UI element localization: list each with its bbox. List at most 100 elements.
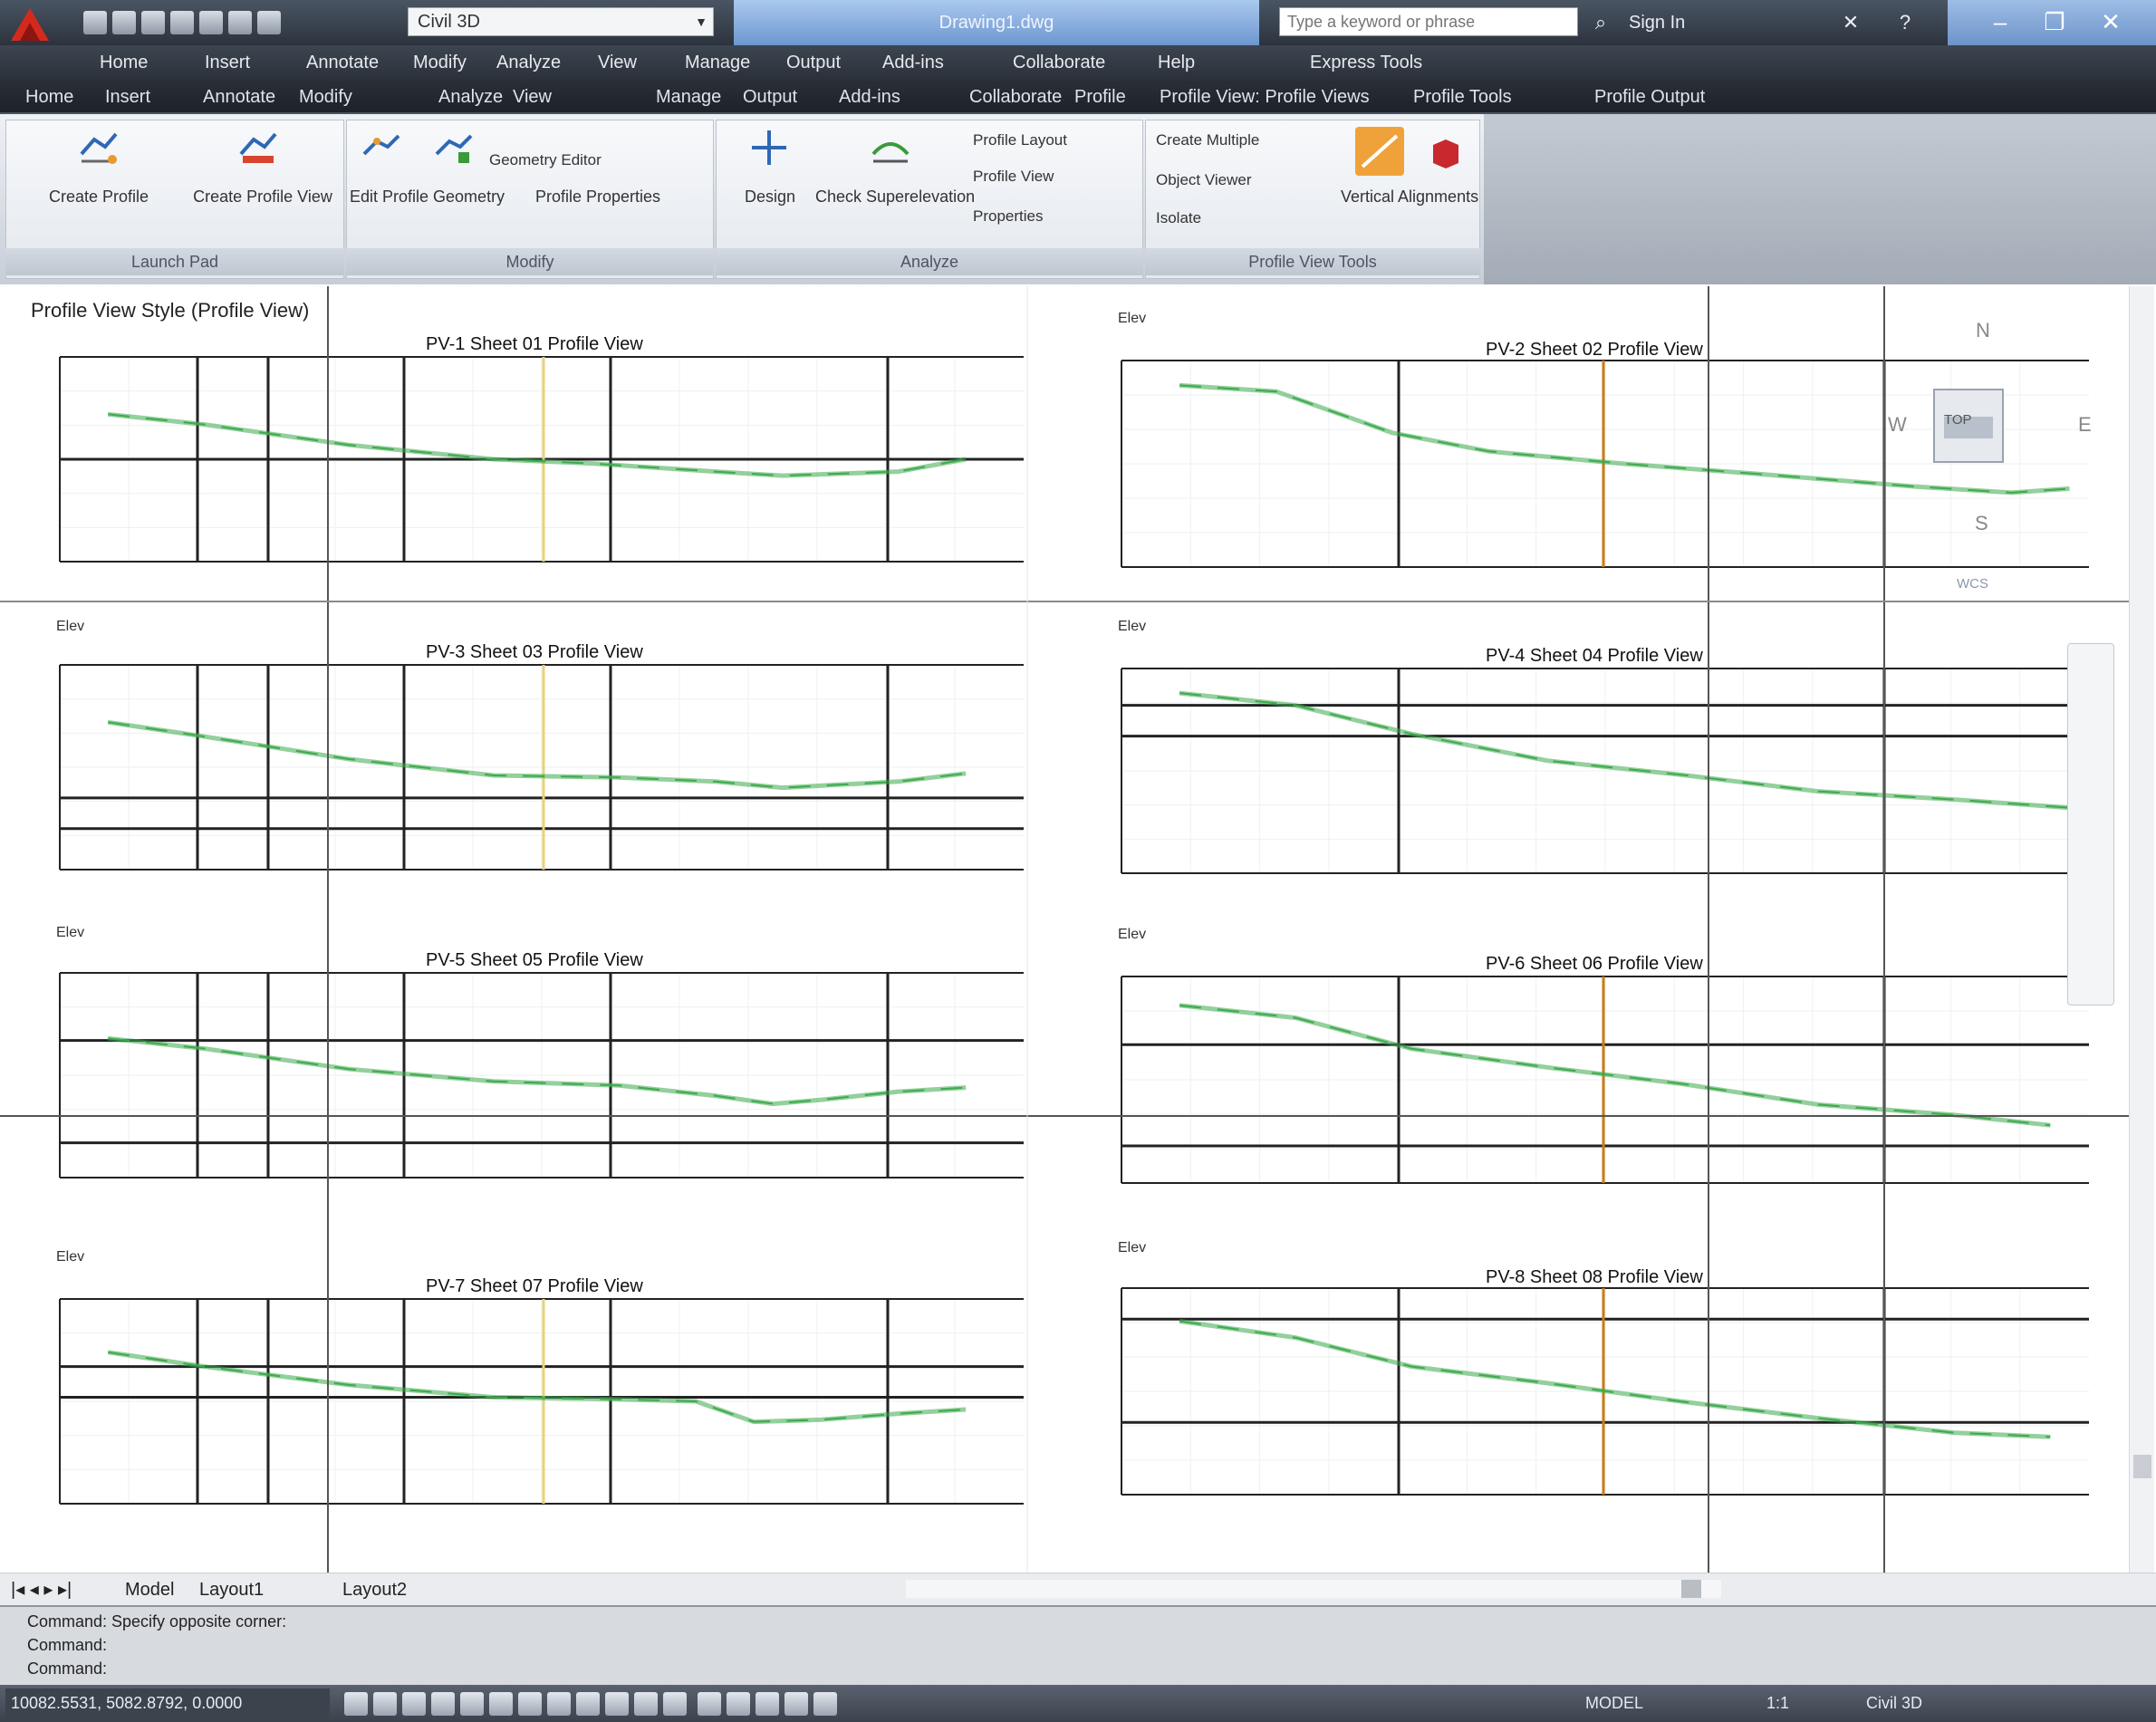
superelevation-icon[interactable] [870, 127, 911, 168]
sign-in-button[interactable]: Sign In [1629, 11, 1783, 34]
vertical-alignments-button[interactable]: Vertical Alignments [1341, 185, 1478, 208]
close-icon[interactable]: ✕ [2084, 4, 2138, 40]
new-icon[interactable] [83, 11, 107, 34]
tab-analyze[interactable]: Analyze [438, 80, 503, 114]
edit-profile-geometry-button[interactable]: Edit Profile Geometry [350, 185, 505, 208]
scrollbar-thumb[interactable] [2133, 1455, 2151, 1478]
otrack-icon[interactable] [489, 1692, 513, 1716]
object-viewer-button[interactable]: Object Viewer [1156, 168, 1337, 192]
tab-layout2[interactable]: Layout2 [342, 1573, 407, 1606]
tab-modify[interactable]: Modify [299, 80, 352, 114]
tab-profile[interactable]: Profile [1074, 80, 1126, 114]
ortho-icon[interactable] [402, 1692, 426, 1716]
save-as-icon[interactable] [170, 11, 194, 34]
tab-add-ins[interactable]: Add-ins [839, 80, 900, 114]
vertical-scrollbar[interactable] [2129, 286, 2154, 1573]
model-space-toggle[interactable]: MODEL [1585, 1685, 1643, 1722]
workspace-switch[interactable]: Civil 3D [1866, 1685, 1922, 1722]
grid-icon[interactable] [373, 1692, 397, 1716]
viewcube-west[interactable]: W [1888, 413, 1907, 437]
redo-icon[interactable] [257, 11, 281, 34]
tab-home[interactable]: Home [25, 80, 73, 114]
menu-item[interactable]: Analyze [496, 45, 561, 80]
viewcube-north[interactable]: N [1976, 319, 1990, 342]
create-profile-icon[interactable] [78, 127, 120, 168]
undo-icon[interactable] [228, 11, 252, 34]
isolate-button[interactable]: Isolate [1156, 207, 1337, 230]
horizontal-scrollbar[interactable] [906, 1580, 1721, 1598]
tab-profile-views[interactable]: Profile View: Profile Views [1160, 80, 1370, 114]
zoom-icon[interactable] [813, 1692, 837, 1716]
edit-profile-geometry-icon[interactable] [433, 127, 475, 168]
binoculars-icon[interactable]: ⌕ [1589, 11, 1612, 34]
menu-item[interactable]: Home [100, 45, 148, 80]
minimize-icon[interactable]: – [1973, 4, 2027, 40]
tab-nav-arrows[interactable]: |◂ ◂ ▸ ▸| [11, 1573, 72, 1606]
profile-views[interactable]: PV-1 Sheet 01 Profile View PV-2 Sheet 02 … [0, 286, 2129, 1573]
save-icon[interactable] [141, 11, 165, 34]
geometry-editor-button[interactable]: Geometry Editor [489, 149, 670, 172]
menu-item[interactable]: Collaborate [1013, 45, 1105, 80]
help-icon[interactable]: ? [1893, 11, 1917, 34]
layout-icon[interactable] [756, 1692, 779, 1716]
design-icon[interactable] [748, 127, 790, 168]
design-button[interactable]: Design [725, 185, 815, 208]
panel-title-modify[interactable]: Modify [346, 248, 714, 275]
menu-item[interactable]: Express Tools [1310, 45, 1422, 80]
dyn-icon[interactable] [547, 1692, 571, 1716]
command-line[interactable]: Command: Specify opposite corner: Comman… [0, 1605, 2156, 1685]
tab-layout1[interactable]: Layout1 [199, 1573, 264, 1606]
tab-annotate[interactable]: Annotate [203, 80, 275, 114]
panel-title-analyze[interactable]: Analyze [716, 248, 1143, 275]
profile-layout-button[interactable]: Profile Layout [973, 129, 1136, 152]
exchange-icon[interactable]: ✕ [1839, 11, 1862, 34]
tab-model[interactable]: Model [125, 1573, 174, 1606]
viewcube-south[interactable]: S [1975, 512, 1988, 535]
pan-icon[interactable] [784, 1692, 808, 1716]
panel-title-launch-pad[interactable]: Launch Pad [5, 248, 344, 275]
search-input[interactable] [1279, 7, 1578, 36]
create-profile-view-button[interactable]: Create Profile View [185, 185, 341, 208]
workspace-select[interactable]: Civil 3D ▼ [408, 7, 714, 36]
menu-item[interactable]: View [598, 45, 637, 80]
tab-view[interactable]: View [513, 80, 552, 114]
tab-manage[interactable]: Manage [656, 80, 721, 114]
vertical-alignments-icon[interactable] [1353, 125, 1406, 178]
qp-icon[interactable] [634, 1692, 658, 1716]
menu-item[interactable]: Help [1158, 45, 1195, 80]
open-icon[interactable] [112, 11, 136, 34]
viewcube[interactable] [1884, 317, 2029, 589]
menu-item[interactable]: Insert [205, 45, 250, 80]
osnap-icon[interactable] [460, 1692, 484, 1716]
ducs-icon[interactable] [518, 1692, 542, 1716]
create-profile-view-icon[interactable] [237, 127, 279, 168]
menu-item[interactable]: Annotate [306, 45, 379, 80]
profile-properties-button[interactable]: Profile Properties [489, 185, 707, 208]
panel-title-profile-view-tools[interactable]: Profile View Tools [1145, 248, 1480, 275]
menu-item[interactable]: Add-ins [882, 45, 944, 80]
viewcube-face[interactable]: TOP [1944, 412, 1972, 428]
coordinates-readout[interactable]: 10082.5531, 5082.8792, 0.0000 [5, 1688, 330, 1718]
plot-icon[interactable] [199, 11, 223, 34]
viewcube-east[interactable]: E [2078, 413, 2092, 437]
properties-button[interactable]: Properties [973, 205, 1136, 228]
menu-item[interactable]: Modify [413, 45, 467, 80]
menu-item[interactable]: Manage [685, 45, 750, 80]
tab-profile-output[interactable]: Profile Output [1594, 80, 1705, 114]
lineweight-icon[interactable] [576, 1692, 600, 1716]
layout-icon[interactable] [727, 1692, 750, 1716]
annotation-scale[interactable]: 1:1 [1766, 1685, 1789, 1722]
menu-item[interactable]: Output [786, 45, 841, 80]
red-cube-icon[interactable] [1428, 136, 1464, 172]
wcs-menu[interactable]: WCS [1957, 576, 1988, 592]
snap-icon[interactable] [344, 1692, 368, 1716]
scrollbar-thumb[interactable] [1681, 1580, 1701, 1598]
model-space-icon[interactable] [698, 1692, 721, 1716]
navigation-bar[interactable] [2067, 643, 2114, 1005]
command-prompt[interactable]: Command: [27, 1659, 107, 1679]
create-multiple-button[interactable]: Create Multiple [1156, 129, 1337, 152]
profile-view-button[interactable]: Profile View [973, 165, 1136, 188]
application-menu-icon[interactable] [7, 5, 53, 43]
tab-output[interactable]: Output [743, 80, 797, 114]
tab-insert[interactable]: Insert [105, 80, 150, 114]
